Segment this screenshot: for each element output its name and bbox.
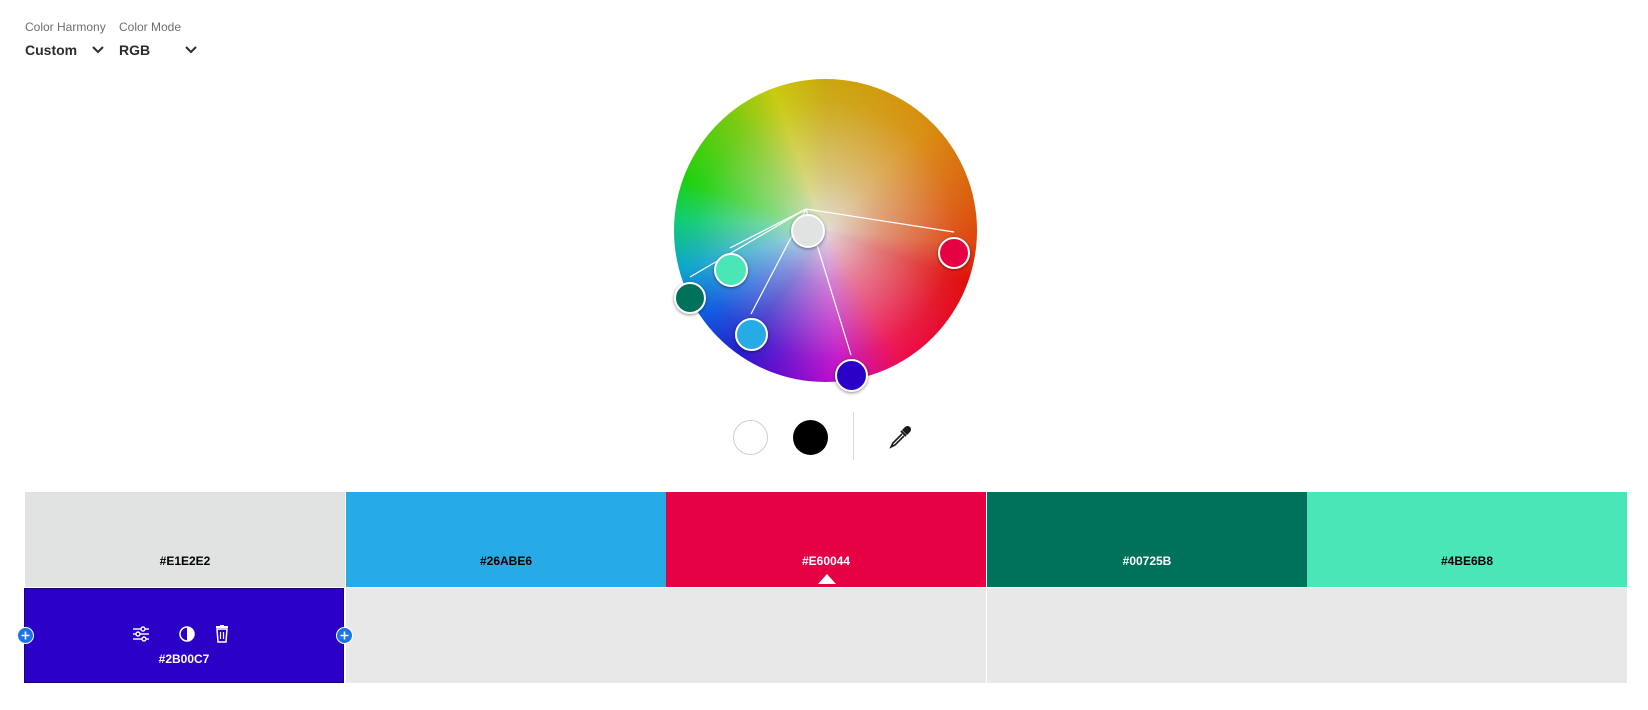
selected-swatch[interactable]: #2B00C7 <box>24 588 344 683</box>
swatch-hex: #4BE6B8 <box>1440 554 1494 568</box>
swatch-hex: #E1E2E2 <box>159 554 211 568</box>
sliders-icon[interactable] <box>131 625 151 643</box>
color-harmony-dropdown[interactable]: Color Harmony Custom <box>25 20 106 58</box>
color-mode-dropdown[interactable]: Color Mode RGB <box>119 20 198 58</box>
color-mode-value: RGB <box>119 42 151 58</box>
empty-slot[interactable] <box>666 588 986 683</box>
node-red[interactable] <box>938 237 970 269</box>
swatch-hex: #E60044 <box>801 554 851 568</box>
swatch-3[interactable]: #E60044 <box>666 492 986 587</box>
black-swatch-icon[interactable] <box>793 420 828 455</box>
swatch-2[interactable]: #26ABE6 <box>346 492 666 587</box>
swatch-4[interactable]: #00725B <box>987 492 1307 587</box>
swatch-1[interactable]: #E1E2E2 <box>25 492 345 587</box>
color-mode-label: Color Mode <box>119 20 182 34</box>
chevron-down-icon <box>92 46 104 54</box>
chevron-down-icon <box>185 46 197 54</box>
selected-swatch-hex: #2B00C7 <box>158 652 210 666</box>
node-mint[interactable] <box>714 253 748 287</box>
trash-icon[interactable] <box>212 625 232 643</box>
node-sky-blue[interactable] <box>735 318 768 351</box>
empty-slot[interactable] <box>987 588 1307 683</box>
add-swatch-right-icon[interactable] <box>336 627 353 644</box>
node-dark-teal[interactable] <box>674 282 706 314</box>
base-color-indicator-icon <box>818 574 836 584</box>
add-swatch-left-icon[interactable] <box>17 627 34 644</box>
swatch-5[interactable]: #4BE6B8 <box>1307 492 1627 587</box>
base-color-node[interactable] <box>791 214 825 248</box>
contrast-icon[interactable] <box>177 625 197 643</box>
swatch-hex: #00725B <box>1122 554 1172 568</box>
node-indigo[interactable] <box>835 359 868 392</box>
empty-slot[interactable] <box>1307 588 1627 683</box>
tool-divider <box>853 412 854 460</box>
color-harmony-label: Color Harmony <box>25 20 106 34</box>
empty-slot[interactable] <box>346 588 666 683</box>
white-swatch-icon[interactable] <box>733 420 768 455</box>
eyedropper-icon[interactable] <box>887 424 913 450</box>
swatch-hex: #26ABE6 <box>479 554 533 568</box>
color-harmony-value: Custom <box>25 42 78 58</box>
harmony-lines <box>689 208 955 356</box>
color-wheel[interactable] <box>674 79 977 392</box>
